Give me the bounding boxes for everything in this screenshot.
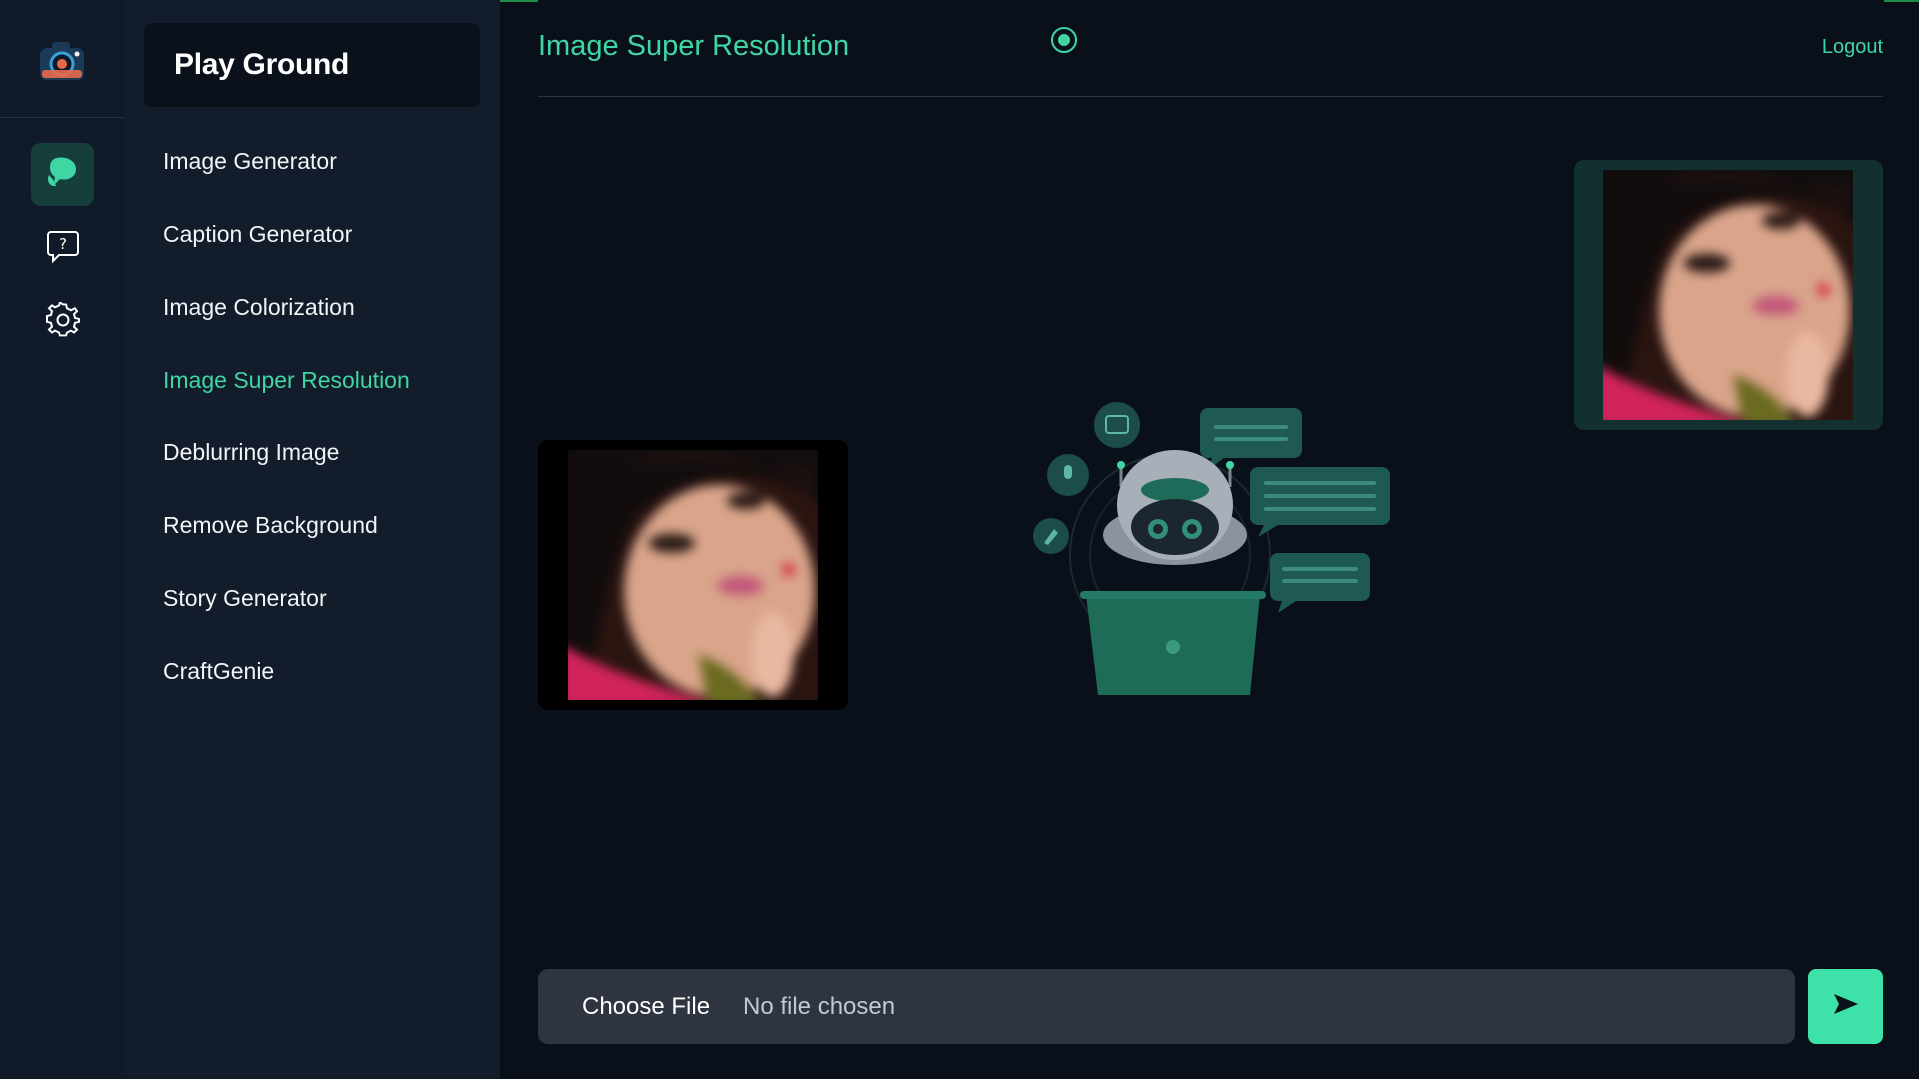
sidebar-item-image-generator[interactable]: Image Generator	[163, 148, 337, 175]
sidebar-item-deblurring-image[interactable]: Deblurring Image	[163, 439, 339, 466]
chat-bubbles-icon	[46, 155, 80, 194]
output-portrait-image	[1603, 170, 1853, 420]
help-chat-icon: ?	[45, 228, 81, 269]
sidebar-item-image-colorization[interactable]: Image Colorization	[163, 294, 355, 321]
top-accent-line	[500, 0, 538, 2]
camera-logo-icon	[37, 38, 87, 84]
logout-link[interactable]: Logout	[1822, 36, 1883, 59]
choose-file-button[interactable]: Choose File	[582, 969, 710, 1044]
input-portrait-image	[568, 450, 818, 700]
rail-divider	[0, 117, 125, 118]
icon-rail: ?	[0, 0, 125, 1079]
input-image-card	[538, 440, 848, 710]
send-button[interactable]	[1808, 969, 1883, 1044]
robot-chat-illustration	[1020, 395, 1400, 705]
sidebar-item-craftgenie[interactable]: CraftGenie	[163, 658, 274, 685]
sidebar-item-remove-background[interactable]: Remove Background	[163, 512, 378, 539]
file-upload-bar[interactable]: Choose File No file chosen	[538, 969, 1795, 1044]
rail-chat-button[interactable]	[31, 143, 94, 206]
sidebar-item-image-super-resolution[interactable]: Image Super Resolution	[163, 367, 410, 394]
output-image-card	[1574, 160, 1883, 430]
brand-title: Play Ground	[174, 48, 350, 81]
sidebar-item-story-generator[interactable]: Story Generator	[163, 585, 327, 612]
page-title: Image Super Resolution	[538, 30, 850, 62]
sidebar-item-caption-generator[interactable]: Caption Generator	[163, 221, 352, 248]
rail-settings-button[interactable]	[31, 291, 94, 354]
header-divider	[538, 96, 1883, 97]
svg-text:?: ?	[59, 235, 67, 253]
rail-help-button[interactable]: ?	[31, 217, 94, 280]
radio-indicator-icon[interactable]	[1051, 27, 1077, 53]
sidebar: Play Ground Image Generator Caption Gene…	[125, 0, 500, 1079]
brand-header: Play Ground	[144, 23, 480, 107]
send-arrow-icon	[1833, 993, 1859, 1020]
file-status-text: No file chosen	[743, 993, 896, 1020]
gear-icon	[45, 300, 81, 343]
top-accent-line	[1884, 0, 1919, 2]
